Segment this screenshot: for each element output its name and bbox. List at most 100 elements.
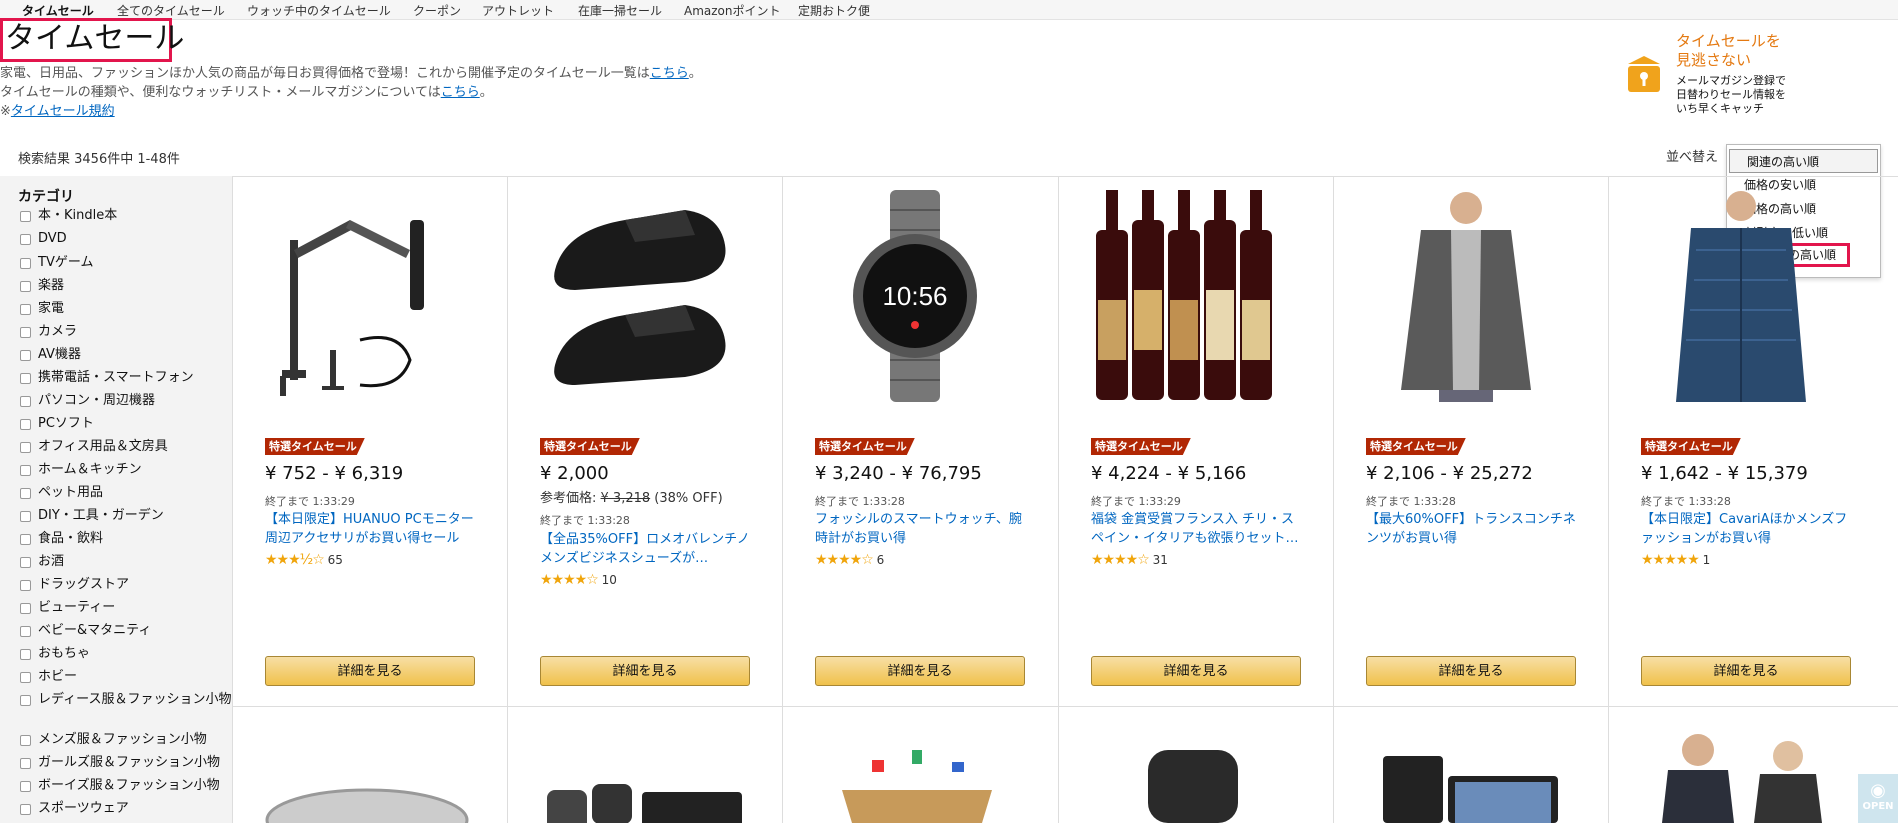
category-checkbox[interactable] xyxy=(20,350,31,361)
category-checkbox[interactable] xyxy=(20,373,31,384)
nav-all-timesale[interactable]: 全てのタイムセール xyxy=(117,2,225,19)
product-rating[interactable]: ★★★★☆ 10 xyxy=(540,572,617,588)
category-label[interactable]: ペット用品 xyxy=(38,485,238,501)
category-checkbox[interactable] xyxy=(20,488,31,499)
gift-box-image[interactable] xyxy=(812,740,1022,823)
category-checkbox[interactable] xyxy=(20,442,31,453)
product-rating[interactable]: ★★★★☆ 31 xyxy=(1091,552,1168,568)
nav-subscribe-save[interactable]: 定期おトク便 xyxy=(798,2,870,19)
alarm-lock-icon[interactable] xyxy=(1622,52,1666,96)
category-checkbox[interactable] xyxy=(20,781,31,792)
nav-clearance[interactable]: 在庫一掃セール xyxy=(578,2,662,19)
watch-time-text: 10:56 xyxy=(882,281,947,311)
category-label[interactable]: ボーイズ服＆ファッション小物 xyxy=(38,778,238,794)
category-checkbox[interactable] xyxy=(20,211,31,222)
product-title-link[interactable]: 【全品35%OFF】ロメオバレンチノ メンズビジネスシューズが… xyxy=(540,530,752,568)
category-label[interactable]: おもちゃ xyxy=(38,646,238,662)
upcoming-sales-link[interactable]: こちら xyxy=(650,66,689,81)
business-people-image[interactable] xyxy=(1638,730,1848,823)
category-checkbox[interactable] xyxy=(20,649,31,660)
category-label[interactable]: 本・Kindle本 xyxy=(38,208,238,224)
category-label[interactable]: ホビー xyxy=(38,669,238,685)
view-details-button[interactable]: 詳細を見る xyxy=(265,656,475,686)
promo-title[interactable]: タイムセールを 見逃さない xyxy=(1676,32,1781,70)
timesale-terms-link[interactable]: タイムセール規約 xyxy=(11,104,115,119)
product-title-link[interactable]: 【最大60%OFF】トランスコンチネンツがお買い得 xyxy=(1366,510,1578,548)
category-label[interactable]: 携帯電話・スマートフォン xyxy=(38,370,238,386)
category-label[interactable]: DVD xyxy=(38,231,238,247)
product-price: ¥ 3,240 - ¥ 76,795 xyxy=(815,463,982,484)
category-checkbox[interactable] xyxy=(20,626,31,637)
category-checkbox[interactable] xyxy=(20,465,31,476)
shoes-image[interactable] xyxy=(535,190,745,402)
category-label[interactable]: PCソフト xyxy=(38,416,238,432)
category-label[interactable]: ホーム＆キッチン xyxy=(38,462,238,478)
category-label[interactable]: パソコン・周辺機器 xyxy=(38,393,238,409)
view-details-button[interactable]: 詳細を見る xyxy=(540,656,750,686)
category-label[interactable]: 食品・飲料 xyxy=(38,531,238,547)
category-checkbox[interactable] xyxy=(20,419,31,430)
category-checkbox[interactable] xyxy=(20,672,31,683)
category-label[interactable]: メンズ服＆ファッション小物 xyxy=(38,732,238,748)
category-label[interactable]: ガールズ服＆ファッション小物 xyxy=(38,755,238,771)
product-title-link[interactable]: 【本日限定】HUANUO PCモニター周辺アクセサリがお買い得セール xyxy=(265,510,477,548)
view-details-button[interactable]: 詳細を見る xyxy=(1091,656,1301,686)
category-label[interactable]: ビューティー xyxy=(38,600,238,616)
category-label[interactable]: カメラ xyxy=(38,324,238,340)
product-rating[interactable]: ★★★★★ 1 xyxy=(1641,552,1710,568)
echo-speaker-image[interactable] xyxy=(1088,750,1298,823)
smartwatch-image[interactable]: 10:56 xyxy=(810,190,1020,402)
view-details-button[interactable]: 詳細を見る xyxy=(815,656,1025,686)
nav-outlet[interactable]: アウトレット xyxy=(482,2,554,19)
category-checkbox[interactable] xyxy=(20,511,31,522)
product-title-link[interactable]: フォッシルのスマートウォッチ、腕時計がお買い得 xyxy=(815,510,1027,548)
category-checkbox[interactable] xyxy=(20,557,31,568)
bracelet-image[interactable] xyxy=(262,780,472,823)
denim-shirt-image[interactable] xyxy=(1636,190,1846,402)
nav-coupon[interactable]: クーポン xyxy=(413,2,461,19)
category-checkbox[interactable] xyxy=(20,758,31,769)
view-details-button[interactable]: 詳細を見る xyxy=(1641,656,1851,686)
category-checkbox[interactable] xyxy=(20,281,31,292)
category-checkbox[interactable] xyxy=(20,258,31,269)
category-label[interactable]: TVゲーム xyxy=(38,255,238,271)
category-checkbox[interactable] xyxy=(20,534,31,545)
jacket-image[interactable] xyxy=(1361,190,1571,402)
product-rating[interactable]: ★★★★☆ 6 xyxy=(815,552,884,568)
category-checkbox[interactable] xyxy=(20,804,31,815)
category-label[interactable]: スポーツウェア xyxy=(38,801,238,817)
category-checkbox[interactable] xyxy=(20,580,31,591)
nav-amazon-points[interactable]: Amazonポイント xyxy=(684,2,781,19)
category-checkbox[interactable] xyxy=(20,304,31,315)
category-label[interactable]: 家電 xyxy=(38,301,238,317)
category-label[interactable]: AV機器 xyxy=(38,347,238,363)
category-label[interactable]: オフィス用品＆文房具 xyxy=(38,439,238,455)
open-badge[interactable]: ◉ OPEN xyxy=(1858,774,1898,823)
chat-icon: ◉ xyxy=(1870,780,1886,801)
description-line-2: タイムセールの種類や、便利なウォッチリスト・メールマガジンについてはこちら。 xyxy=(0,81,493,100)
category-checkbox[interactable] xyxy=(20,695,31,706)
category-checkbox[interactable] xyxy=(20,396,31,407)
category-label[interactable]: ドラッグストア xyxy=(38,577,238,593)
echo-devices-image[interactable] xyxy=(537,780,747,823)
view-details-button[interactable]: 詳細を見る xyxy=(1366,656,1576,686)
nav-watched-timesale[interactable]: ウォッチ中のタイムセール xyxy=(247,2,391,19)
wine-bottles-image[interactable] xyxy=(1086,190,1296,402)
sort-option-relevance[interactable]: 関連の高い順 xyxy=(1729,149,1878,173)
watchlist-info-link[interactable]: こちら xyxy=(441,85,480,100)
category-label[interactable]: レディース服＆ファッション小物 xyxy=(38,692,238,708)
nav-timesale[interactable]: タイムセール xyxy=(22,2,94,19)
category-label[interactable]: ベビー&マタニティ xyxy=(38,623,238,639)
monitor-arm-image[interactable] xyxy=(260,190,470,402)
category-checkbox[interactable] xyxy=(20,603,31,614)
product-title-link[interactable]: 【本日限定】CavariAほかメンズファッションがお買い得 xyxy=(1641,510,1853,548)
product-rating[interactable]: ★★★½☆ 65 xyxy=(265,552,343,568)
category-label[interactable]: お酒 xyxy=(38,554,238,570)
category-checkbox[interactable] xyxy=(20,735,31,746)
category-checkbox[interactable] xyxy=(20,234,31,245)
fire-tablets-image[interactable] xyxy=(1363,756,1573,823)
product-title-link[interactable]: 福袋 金賞受賞フランス入 チリ・スペイン・イタリアも欲張りセット… xyxy=(1091,510,1303,548)
category-checkbox[interactable] xyxy=(20,327,31,338)
category-label[interactable]: DIY・工具・ガーデン xyxy=(38,508,238,524)
category-label[interactable]: 楽器 xyxy=(38,278,238,294)
